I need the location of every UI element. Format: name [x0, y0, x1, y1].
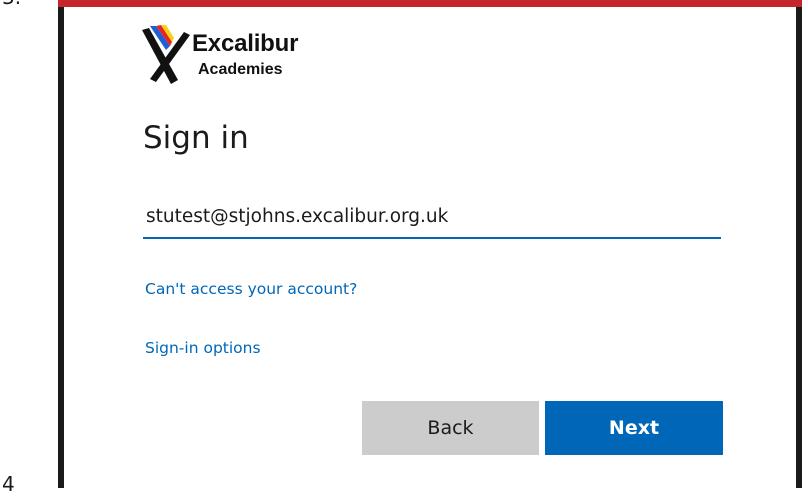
logo-subtitle: Academies [198, 61, 283, 78]
next-button[interactable]: Next [545, 401, 723, 455]
page-title: Sign in [143, 120, 249, 156]
red-divider [58, 0, 802, 7]
signin-panel: Excalibur Academies Sign in Can't access… [64, 7, 796, 488]
step-number: 4 [2, 472, 15, 496]
signin-screenshot: Excalibur Academies Sign in Can't access… [58, 0, 802, 488]
step-number: 3. [2, 0, 21, 7]
signin-options-link[interactable]: Sign-in options [145, 339, 261, 357]
excalibur-logo-mark [142, 25, 190, 84]
email-field[interactable] [143, 195, 721, 239]
back-button[interactable]: Back [362, 401, 539, 455]
cant-access-account-link[interactable]: Can't access your account? [145, 280, 357, 298]
excalibur-logo: Excalibur Academies [140, 24, 330, 88]
logo-title: Excalibur [192, 30, 299, 57]
